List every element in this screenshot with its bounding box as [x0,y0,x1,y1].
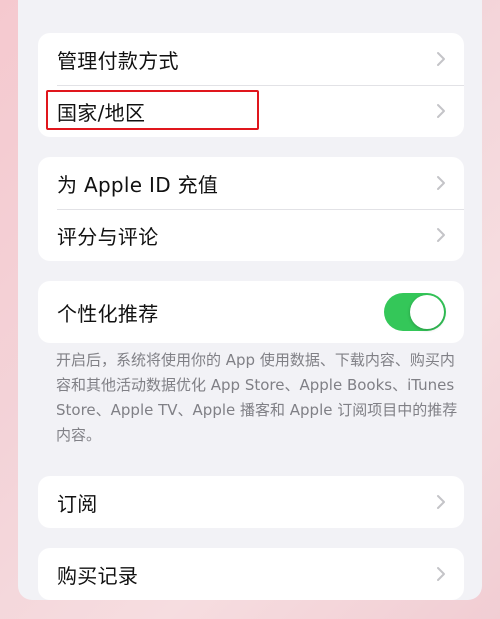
purchase-history-label: 购买记录 [57,563,139,588]
purchase-history-row[interactable]: 购买记录 [38,548,464,600]
add-funds-row[interactable]: 为 Apple ID 充值 [38,157,464,209]
chevron-right-icon [437,104,445,118]
personalized-recommendations-row: 个性化推荐 [38,281,464,343]
chevron-right-icon [437,495,445,509]
add-funds-label: 为 Apple ID 充值 [57,172,219,197]
chevron-right-icon [437,176,445,190]
subscriptions-label: 订阅 [57,491,98,516]
ratings-reviews-label: 评分与评论 [57,224,159,249]
chevron-right-icon [437,52,445,66]
personalized-group: 个性化推荐 [38,281,464,343]
topup-ratings-group: 为 Apple ID 充值 评分与评论 [38,157,464,261]
subscriptions-group: 订阅 [38,476,464,528]
chevron-right-icon [437,567,445,581]
personalized-footnote: 开启后，系统将使用你的 App 使用数据、下载内容、购买内容和其他活动数据优化 … [56,351,458,444]
payment-region-group: 管理付款方式 国家/地区 [38,33,464,137]
manage-payment-methods-label: 管理付款方式 [57,48,179,73]
country-region-label: 国家/地区 [57,100,146,125]
toggle-knob [410,295,444,329]
manage-payment-methods-row[interactable]: 管理付款方式 [38,33,464,85]
country-region-row[interactable]: 国家/地区 [38,85,464,137]
personalized-recommendations-label: 个性化推荐 [57,301,159,326]
personalized-recommendations-toggle[interactable] [384,293,446,331]
ratings-reviews-row[interactable]: 评分与评论 [38,209,464,261]
chevron-right-icon [437,228,445,242]
settings-screen: 管理付款方式 国家/地区 为 Apple ID 充值 评分与评论 个性化推荐 开… [18,0,482,600]
subscriptions-row[interactable]: 订阅 [38,476,464,528]
purchase-history-group: 购买记录 [38,548,464,600]
